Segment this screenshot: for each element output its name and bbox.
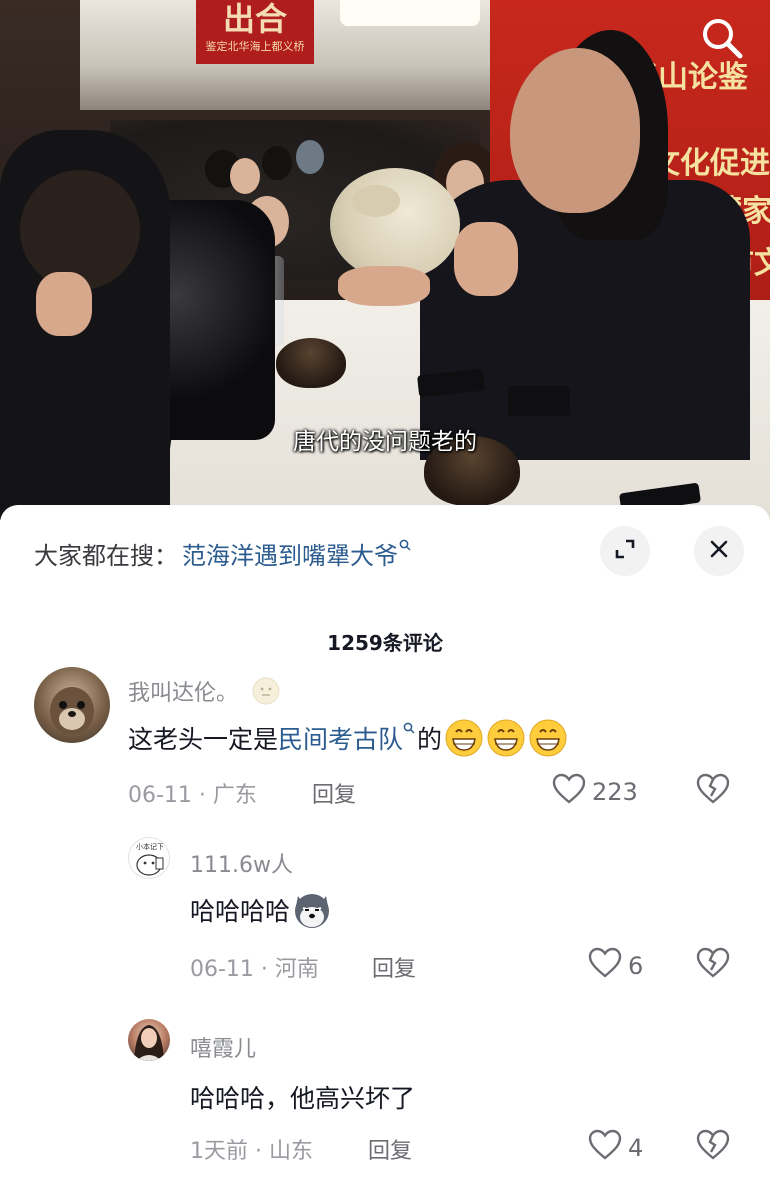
reply-item: 嘻霞儿 哈哈哈，他高兴坏了 1天前 · 山东 回复 4 (0, 1017, 770, 1167)
foreground-head (20, 170, 140, 290)
comment-username[interactable]: 111.6w人 (190, 847, 293, 879)
like-count: 223 (592, 778, 638, 806)
banner-text: 文化促进 (650, 146, 770, 181)
like-button[interactable]: 223 (552, 773, 638, 811)
grin-emoji (528, 718, 568, 758)
like-button[interactable]: 6 (588, 947, 643, 985)
comment-meta: 1天前 · 山东 (190, 1139, 313, 1164)
comment-text: 哈哈哈，他高兴坏了 (190, 1075, 415, 1119)
search-mini-icon (403, 722, 415, 737)
like-count: 6 (628, 952, 644, 980)
dislike-button[interactable] (696, 947, 730, 983)
avatar[interactable] (128, 1019, 170, 1061)
reply-button[interactable]: 回复 (368, 1133, 412, 1165)
avatar[interactable] (34, 667, 110, 743)
comment-date: 06-11 (128, 783, 192, 808)
search-mini-icon (399, 536, 411, 555)
hall-sign: 出合 鉴定北华海上都义桥 (196, 0, 314, 64)
comment-search-link[interactable]: 民间考古队 (278, 720, 403, 756)
reply-button[interactable]: 回复 (372, 951, 416, 983)
grin-emoji (444, 718, 484, 758)
comment-location: 山东 (268, 1139, 313, 1164)
username-text: 我叫达伦。 (128, 681, 239, 706)
trending-search-query[interactable]: 范海洋遇到嘴犟大爷 (182, 536, 398, 571)
dislike-button[interactable] (696, 773, 730, 809)
heart-icon (552, 773, 586, 811)
crowd-person (262, 146, 292, 180)
close-button[interactable] (694, 526, 744, 576)
comment-date: 1天前 (190, 1139, 248, 1164)
like-count: 4 (628, 1134, 644, 1162)
bowl (276, 338, 346, 388)
comment-text-part: 哈哈哈，他高兴坏了 (190, 1084, 416, 1113)
avatar[interactable]: 小本记下 (128, 837, 170, 879)
heart-icon (588, 947, 622, 985)
husky-emoji (292, 890, 332, 930)
black-case (508, 386, 570, 416)
dislike-button[interactable] (696, 1129, 730, 1165)
trending-search-label: 大家都在搜： (34, 541, 178, 570)
hand (454, 222, 518, 296)
comment-text-part: 哈哈哈哈 (190, 897, 291, 926)
hall-sign-title: 出合 (222, 0, 287, 38)
comment-text: 哈哈哈哈 (190, 887, 332, 933)
comment-panel: 大家都在搜： 范海洋遇到嘴犟大爷 1259条评论 我叫达伦。 这老头一定是 民间… (0, 505, 770, 1200)
grin-emoji (486, 718, 526, 758)
comment-count: 1259条评论 (327, 631, 443, 655)
vase-neck (352, 185, 400, 217)
hand (338, 266, 430, 306)
avatar-caption: 小本记下 (136, 842, 164, 851)
reply-button[interactable]: 回复 (312, 777, 356, 809)
comment-item: 我叫达伦。 这老头一定是 民间考古队 的 06-11 · 广东 回复 223 (0, 665, 770, 815)
search-icon[interactable] (698, 14, 746, 62)
video-subtitle: 唐代的没问题老的 (293, 429, 477, 455)
man-head (510, 48, 640, 213)
broken-heart-icon (696, 947, 730, 983)
comment-location: 河南 (274, 957, 319, 982)
expand-icon (614, 538, 636, 564)
comment-username[interactable]: 我叫达伦。 (128, 675, 281, 712)
comment-text: 这老头一定是 民间考古队 的 (128, 715, 568, 761)
video-player[interactable]: 出合 鉴定北华海上都义桥 华山论鉴 文化促进 藏家 市文 唐代的没问题老的 (0, 0, 770, 520)
porcelain-vase (330, 168, 460, 280)
user-badge-icon (251, 676, 281, 712)
ceiling-light (340, 0, 480, 26)
comment-text-part: 的 (417, 725, 443, 754)
comment-date: 06-11 (190, 957, 254, 982)
expand-button[interactable] (600, 526, 650, 576)
crowd-person (296, 140, 324, 174)
crowd-person (230, 158, 260, 194)
hand (36, 272, 92, 336)
broken-heart-icon (696, 1129, 730, 1165)
broken-heart-icon (696, 773, 730, 809)
comment-meta: 06-11 · 广东 (128, 783, 257, 808)
trending-search[interactable]: 大家都在搜： 范海洋遇到嘴犟大爷 (34, 533, 411, 573)
close-icon (708, 538, 730, 564)
comment-username[interactable]: 嘻霞儿 (190, 1031, 256, 1063)
heart-icon (588, 1129, 622, 1167)
hall-sign-subtitle: 鉴定北华海上都义桥 (205, 40, 305, 53)
comment-meta: 06-11 · 河南 (190, 957, 319, 982)
like-button[interactable]: 4 (588, 1129, 643, 1167)
comment-text-part: 这老头一定是 (128, 725, 279, 754)
reply-item: 小本记下 111.6w人 哈哈哈哈 06-11 · 河南 回复 6 (0, 835, 770, 985)
comment-location: 广东 (212, 783, 257, 808)
